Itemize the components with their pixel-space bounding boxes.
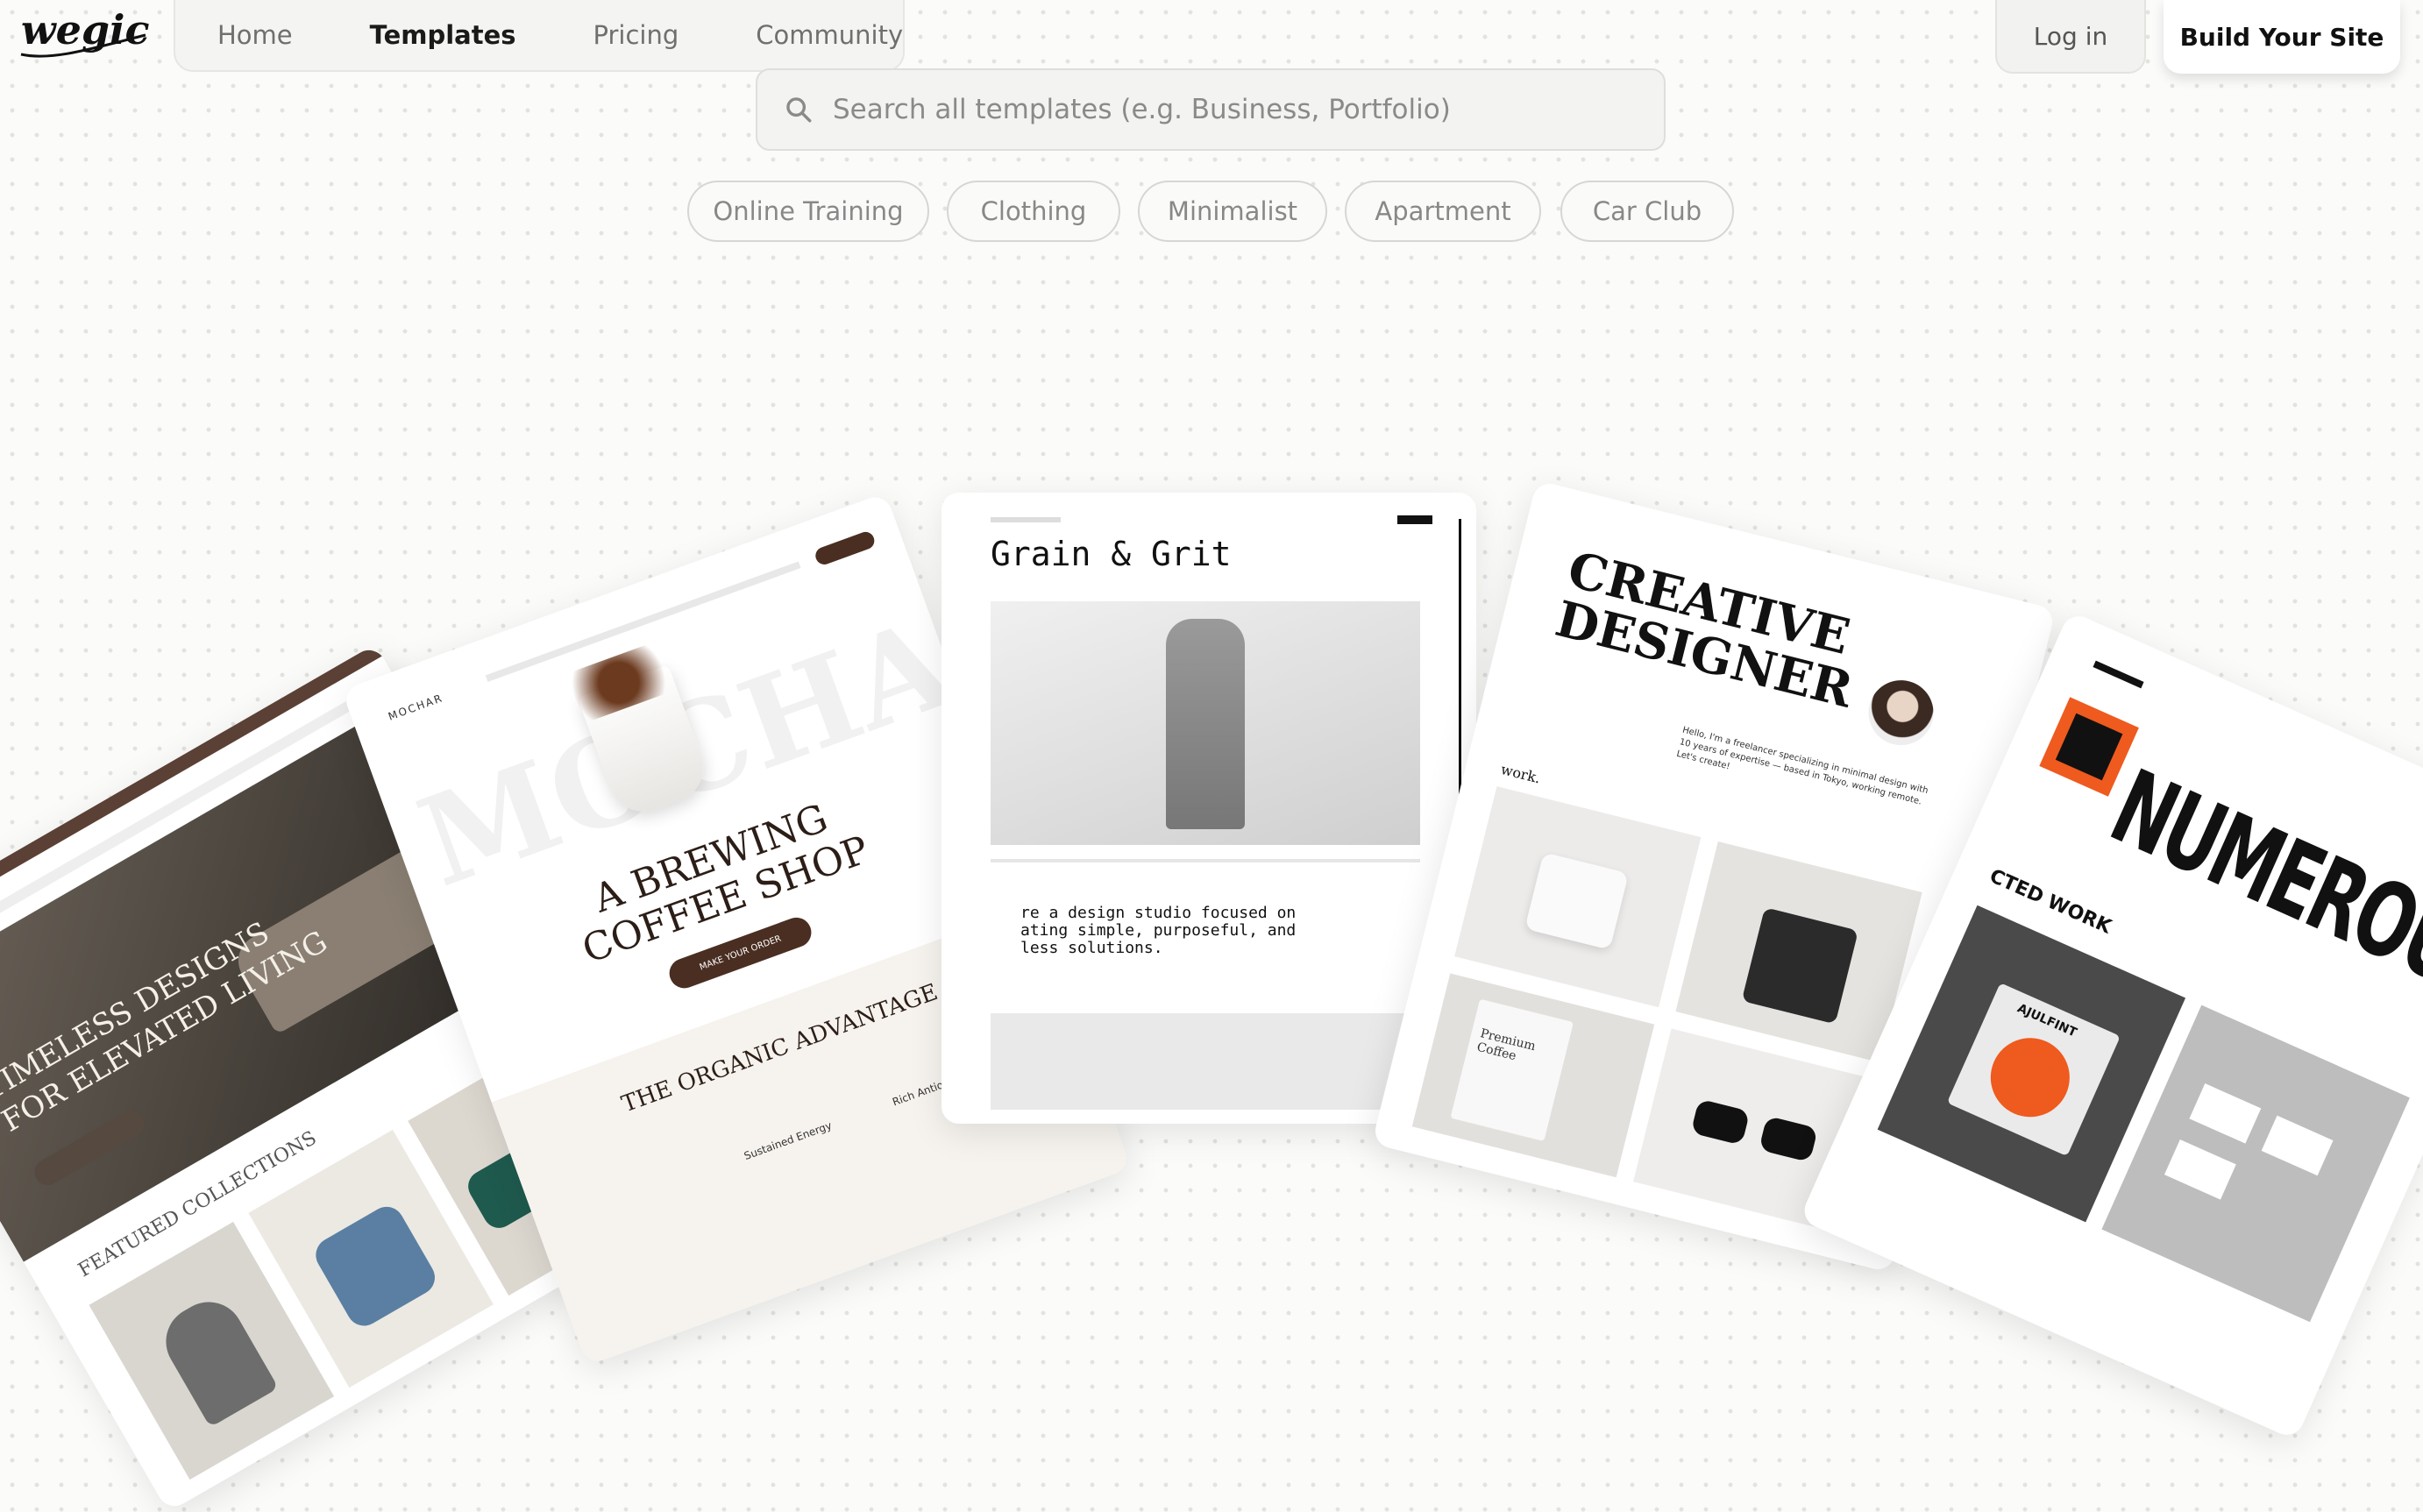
logo-mark: wegic [20,6,150,58]
build-your-site-button[interactable]: Build Your Site [2164,0,2400,74]
nav-templates[interactable]: Templates [370,20,516,50]
grain-model-figure [1166,619,1245,829]
coffee-feature-1: Sustained Energy [742,1118,834,1163]
chip-online-training[interactable]: Online Training [687,181,929,242]
grain-second-photo [991,1013,1420,1110]
chip-apartment[interactable]: Apartment [1345,181,1541,242]
main-nav: Home Templates Pricing Community [174,0,905,72]
grain-top-label [991,517,1061,522]
designer-headline: CREATIVE DESIGNER [1550,541,1870,720]
numerous-orange-block [2039,697,2139,797]
coffee-order-pill [813,529,878,567]
nav-pricing[interactable]: Pricing [593,20,679,50]
designer-jar-photo [1454,786,1702,1008]
nav-community[interactable]: Community [756,20,903,50]
grain-caption-line [991,859,1420,862]
designer-bag-label: Premium Coffee [1450,998,1574,1142]
logo-text: wegic [21,6,149,53]
wegic-logo[interactable]: wegic [18,4,150,63]
search-input[interactable] [831,93,1624,126]
search-icon [786,97,812,123]
grain-topbar-button [1397,515,1432,524]
grain-title: Grain & Grit [991,535,1232,573]
grain-hero-photo [991,601,1420,845]
login-button[interactable]: Log in [1995,0,2146,74]
coffee-brand-small: MOCHAR [386,692,445,723]
chip-car-club[interactable]: Car Club [1560,181,1734,242]
chip-minimalist[interactable]: Minimalist [1138,181,1327,242]
template-search-box[interactable] [756,68,1666,151]
designer-avatar [1861,673,1941,752]
grain-body-text: re a design studio focused on ating simp… [1020,904,1297,957]
designer-coffee-bag-photo: Premium Coffee [1411,973,1655,1178]
template-card-grain-grit[interactable]: Grain & Grit re a design studio focused … [941,493,1476,1124]
furniture-headline-line2: FOR ELEVATED LIVING [0,924,334,1139]
nav-home[interactable]: Home [217,20,293,50]
chip-clothing[interactable]: Clothing [947,181,1120,242]
designer-work-label: work. [1499,760,1543,787]
numerous-brand-small [2093,660,2144,689]
numerous-card-text: AJULFINT [2014,1001,2079,1040]
